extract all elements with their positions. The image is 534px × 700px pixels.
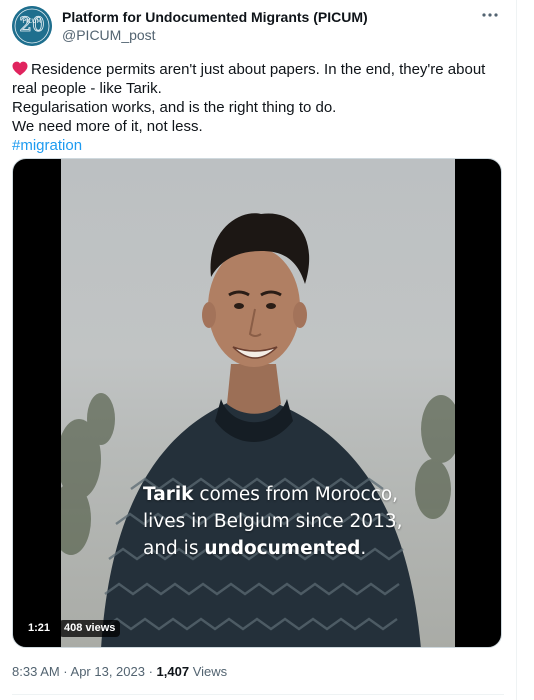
caption-end: .: [360, 538, 367, 559]
tweet-line-1-text: Residence permits aren't just about pape…: [12, 61, 486, 97]
author-handle[interactable]: @PICUM_post: [62, 26, 368, 44]
video-frame[interactable]: Tarik comes from Morocco, lives in Belgi…: [61, 159, 455, 647]
caption-part1: comes from Morocco,: [193, 484, 399, 505]
tweet-text: Residence permits aren't just about pape…: [12, 60, 504, 155]
hashtag-link[interactable]: #migration: [12, 137, 82, 154]
caption-part2: lives in Belgium since 2013,: [143, 511, 403, 532]
picum-logo-icon: 20 PICUM: [12, 6, 52, 46]
tweet-line-2: Regularisation works, and is the right t…: [12, 99, 337, 116]
video-duration-badge: 1:21: [23, 620, 56, 637]
video-badges: 1:21 408 views: [23, 620, 121, 637]
tweet-timestamp[interactable]: 8:33 AM · Apr 13, 2023 ·: [12, 664, 157, 679]
caption-part3: and is: [143, 538, 205, 559]
caption-name: Tarik: [143, 484, 194, 505]
divider: [12, 694, 504, 695]
video-caption: Tarik comes from Morocco, lives in Belgi…: [143, 481, 455, 562]
tweet-header: 20 PICUM Platform for Undocumented Migra…: [12, 6, 504, 48]
author-block: Platform for Undocumented Migrants (PICU…: [62, 8, 368, 44]
author-display-name[interactable]: Platform for Undocumented Migrants (PICU…: [62, 8, 368, 26]
column-border: [516, 0, 517, 700]
caption-emphasis: undocumented: [204, 538, 361, 559]
avatar-text: PICUM: [22, 18, 41, 25]
tweet: 20 PICUM Platform for Undocumented Migra…: [0, 0, 516, 700]
video-player[interactable]: Tarik comes from Morocco, lives in Belgi…: [12, 158, 502, 648]
avatar[interactable]: 20 PICUM: [12, 6, 52, 46]
more-horizontal-icon[interactable]: [478, 6, 502, 26]
video-still-illustration: [61, 213, 455, 647]
tweet-line-3: We need more of it, not less.: [12, 118, 203, 135]
view-count: 1,407: [156, 664, 190, 679]
tweet-line-1: Residence permits aren't just about pape…: [12, 60, 504, 98]
view-label: Views: [189, 664, 228, 679]
red-heart-icon: [12, 61, 28, 76]
video-views-badge: 408 views: [59, 620, 121, 637]
tweet-meta: 8:33 AM · Apr 13, 2023 · 1,407 Views: [12, 664, 227, 680]
